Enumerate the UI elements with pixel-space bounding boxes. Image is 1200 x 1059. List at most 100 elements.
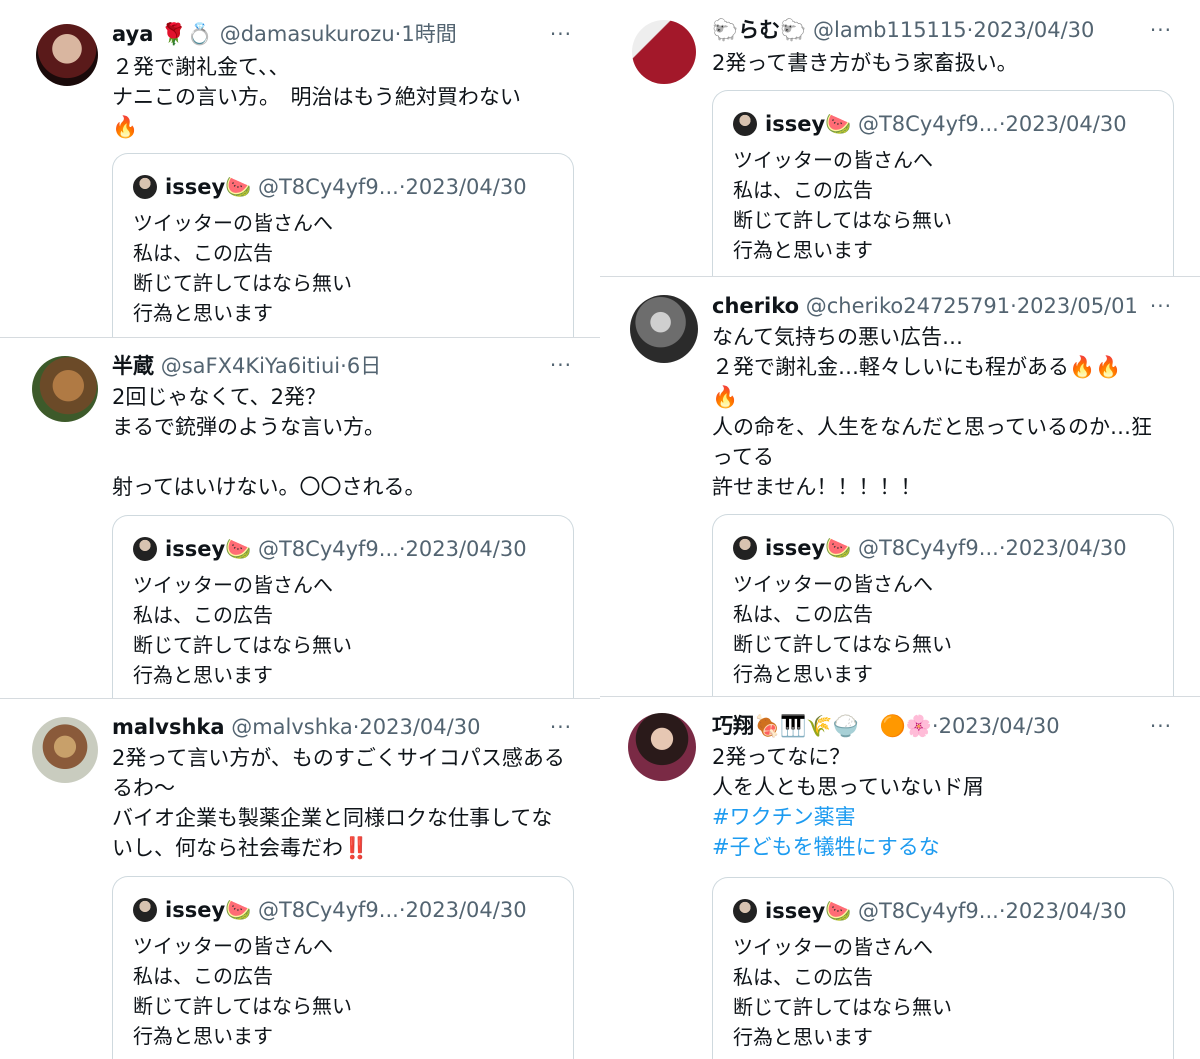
text-line: 行為と思います: [133, 1024, 273, 1048]
tweet-text: ２発で謝礼金て、、 ナニこの言い方。 明治はもう絶対買わない 🔥: [112, 52, 570, 142]
text-line: 行為と思います: [733, 238, 873, 262]
text-line: 断じて許してはなら無い: [133, 271, 352, 295]
tweet-text: 2発って言い方が、ものすごくサイコパス感ある るわ〜 バイオ企業も製薬企業と同様…: [112, 743, 570, 863]
quoted-tweet[interactable]: issey🍉 @T8Cy4yf9...·2023/04/30 ツイッターの皆さん…: [112, 515, 574, 699]
hashtag-link[interactable]: #子どもを犠牲にするな: [712, 832, 1170, 862]
text-line: 2発って書き方がもう家畜扱い。: [712, 51, 1018, 75]
text-line: 断じて許してはなら無い: [733, 208, 952, 232]
timestamp[interactable]: 6日: [347, 354, 381, 378]
avatar[interactable]: [36, 24, 98, 86]
text-line: 私は、この広告: [133, 603, 273, 627]
more-options-icon[interactable]: ···: [1150, 18, 1172, 42]
separator-dot: ·: [998, 899, 1006, 923]
text-line: ツイッターの皆さんへ: [733, 935, 933, 959]
quoted-tweet[interactable]: issey🍉 @T8Cy4yf9...·2023/04/30 ツイッターの皆さん…: [712, 90, 1174, 276]
quote-timestamp: 2023/04/30: [1005, 899, 1127, 923]
quote-display-name: issey🍉: [165, 537, 252, 561]
avatar[interactable]: [32, 717, 98, 783]
display-name[interactable]: malvshka: [112, 715, 225, 739]
tweet-takuto[interactable]: 巧翔🍖🎹🌾🍚 🟠🌸·2023/04/30 ··· 2発ってなに？ 人を人とも思っ…: [600, 696, 1200, 1059]
quoted-tweet[interactable]: issey🍉 @T8Cy4yf9...·2023/04/30 ツイッターの皆さん…: [112, 876, 574, 1059]
text-line: ツイッターの皆さんへ: [733, 148, 933, 172]
tweet-text: なんて気持ちの悪い広告… ２発で謝礼金…軽々しいにも程がある🔥🔥 🔥 人の命を、…: [712, 322, 1170, 502]
text-line: ツイッターの皆さんへ: [133, 573, 333, 597]
timestamp[interactable]: 2023/04/30: [359, 715, 480, 739]
quote-avatar: [733, 899, 757, 923]
text-line: なんて気持ちの悪い広告…: [712, 325, 963, 349]
avatar[interactable]: [630, 295, 698, 363]
display-name[interactable]: 半蔵: [112, 354, 154, 378]
text-line: ってる: [712, 445, 774, 469]
text-line: 断じて許してはなら無い: [733, 632, 952, 656]
quote-display-name: issey🍉: [165, 898, 252, 922]
avatar[interactable]: [632, 20, 696, 84]
hashtag-link[interactable]: #ワクチン薬害: [712, 802, 1170, 832]
tweet-ramu[interactable]: 🐑らむ🐑 @lamb115115 · 2023/04/30 ··· 2発って書き方が…: [600, 0, 1200, 276]
text-line: 行為と思います: [133, 663, 273, 687]
tweet-cheriko[interactable]: cheriko @cheriko24725791·2023/05/01 ··· …: [600, 276, 1200, 697]
separator-dot: ·: [998, 536, 1006, 560]
text-line: 人の命を、人生をなんだと思っているのか…狂: [712, 415, 1152, 439]
text-line: ナニこの言い方。 明治はもう絶対買わない: [112, 85, 521, 109]
tweet-aya[interactable]: aya 🌹💍 @damasukurozu · 1時間 ··· ２発で謝礼金て、、 ナ…: [0, 0, 600, 337]
quote-handle: @T8Cy4yf9...: [857, 536, 999, 560]
quote-avatar: [733, 112, 757, 136]
timestamp[interactable]: 2023/05/01: [1017, 294, 1138, 318]
quote-text: ツイッターの皆さんへ 私は、この広告 断じて許してはなら無い 行為と思います: [133, 931, 352, 1051]
display-name[interactable]: aya 🌹💍: [112, 22, 213, 46]
text-line: 行為と思います: [133, 301, 273, 325]
text-line: 🔥: [112, 115, 139, 139]
timestamp[interactable]: 2023/04/30: [973, 18, 1094, 42]
user-handle[interactable]: @cheriko24725791: [806, 294, 1010, 318]
quoted-tweet[interactable]: issey🍉 @T8Cy4yf9...·2023/04/30 ツイッターの皆さん…: [112, 153, 574, 337]
more-options-icon[interactable]: ···: [1150, 294, 1172, 318]
text-line: 許せません！！！！！: [712, 475, 922, 499]
more-options-icon[interactable]: ···: [550, 715, 572, 739]
tweet-malvshka[interactable]: malvshka @malvshka · 2023/04/30 ··· 2発って言い…: [0, 698, 600, 1059]
tweet-text: 2回じゃなくて、2発？ まるで銃弾のような言い方。 射ってはいけない。〇〇される…: [112, 382, 570, 502]
display-name[interactable]: 巧翔🍖🎹🌾🍚 🟠🌸: [712, 714, 932, 738]
quoted-tweet[interactable]: issey🍉 @T8Cy4yf9...·2023/04/30 ツイッターの皆さん…: [712, 514, 1174, 697]
quote-handle: @T8Cy4yf9...: [257, 175, 399, 199]
separator-dot: ·: [398, 175, 406, 199]
text-line: 2回じゃなくて、2発？: [112, 385, 327, 409]
text-line: ツイッターの皆さんへ: [133, 211, 333, 235]
separator-dot: ·: [398, 898, 406, 922]
user-handle[interactable]: @damasukurozu: [220, 22, 395, 46]
quote-text: ツイッターの皆さんへ 私は、この広告 断じて許してはなら無い 行為と思います: [133, 208, 352, 328]
quote-display-name: issey🍉: [765, 899, 852, 923]
text-line: ツイッターの皆さんへ: [733, 572, 933, 596]
separator-dot: ·: [931, 714, 939, 738]
timestamp[interactable]: 2023/04/30: [939, 714, 1060, 738]
avatar[interactable]: [32, 356, 98, 422]
quoted-tweet[interactable]: issey🍉 @T8Cy4yf9...·2023/04/30 ツイッターの皆さん…: [712, 877, 1174, 1059]
quote-handle: @T8Cy4yf9...: [857, 112, 999, 136]
text-line: 私は、この広告: [733, 178, 873, 202]
tweet-hanzo[interactable]: 半蔵 @saFX4KiYa6itiui·6日 ··· 2回じゃなくて、2発？ ま…: [0, 337, 600, 699]
text-line: 私は、この広告: [733, 602, 873, 626]
display-name[interactable]: cheriko: [712, 294, 799, 318]
quote-timestamp: 2023/04/30: [405, 175, 527, 199]
text-line: 断じて許してはなら無い: [733, 995, 952, 1019]
separator-dot: ·: [998, 112, 1006, 136]
user-handle[interactable]: @lamb115115: [813, 18, 967, 42]
text-line: いし、何なら社会毒だわ‼️: [112, 836, 370, 860]
text-line: まるで銃弾のような言い方。: [112, 415, 385, 439]
text-line: 断じて許してはなら無い: [133, 633, 352, 657]
display-name[interactable]: 🐑らむ🐑: [712, 18, 806, 42]
text-line: 行為と思います: [733, 1025, 873, 1049]
user-handle[interactable]: @saFX4KiYa6itiui: [161, 354, 340, 378]
quote-handle: @T8Cy4yf9...: [257, 898, 399, 922]
text-line: 私は、この広告: [133, 964, 273, 988]
text-line: 🔥: [712, 385, 739, 409]
quote-display-name: issey🍉: [765, 536, 852, 560]
avatar[interactable]: [628, 713, 696, 781]
more-options-icon[interactable]: ···: [550, 353, 572, 377]
timestamp[interactable]: 1時間: [401, 22, 456, 46]
text-line: 私は、この広告: [733, 965, 873, 989]
more-options-icon[interactable]: ···: [1150, 714, 1172, 738]
quote-avatar: [133, 175, 157, 199]
text-line: 2発ってなに？: [712, 745, 851, 769]
user-handle[interactable]: @malvshka: [231, 715, 353, 739]
more-options-icon[interactable]: ···: [550, 22, 572, 46]
